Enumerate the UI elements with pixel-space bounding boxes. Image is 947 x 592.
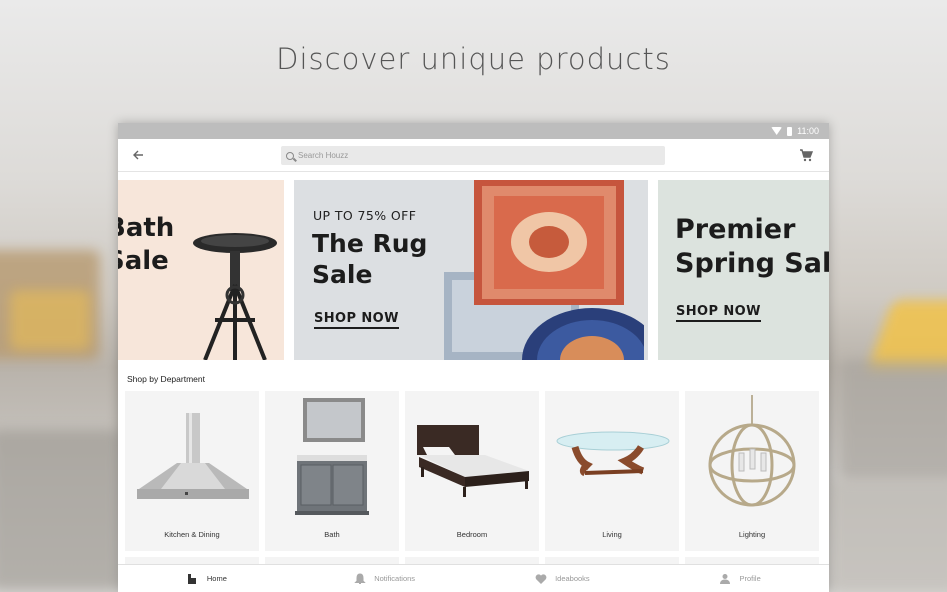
banner-title-line: Premier	[675, 214, 796, 245]
background-decor	[10, 290, 90, 350]
range-hood-icon	[137, 413, 249, 499]
nav-label: Notifications	[374, 574, 416, 583]
nav-label: Profile	[739, 574, 761, 583]
banner-title-line: Spring Sale	[675, 248, 829, 279]
status-time: 11:00	[797, 126, 819, 136]
status-bar: 11:00	[118, 123, 829, 139]
banner-title-line: Sale	[118, 246, 169, 276]
section-title: Shop by Department	[127, 374, 205, 384]
back-button[interactable]	[128, 145, 148, 165]
nav-notifications[interactable]: Notifications	[296, 565, 474, 592]
nav-profile[interactable]: Profile	[651, 565, 829, 592]
search-icon	[286, 151, 294, 160]
department-card-living[interactable]: Living	[545, 391, 679, 551]
home-icon	[187, 573, 196, 584]
battery-icon	[787, 126, 793, 136]
person-icon	[720, 573, 731, 584]
background-decor	[840, 360, 947, 480]
vanity-icon	[295, 398, 369, 515]
department-label: Bath	[324, 530, 340, 539]
shop-now-button[interactable]: SHOP NOW	[676, 304, 761, 322]
app-bar	[118, 139, 829, 172]
department-label: Bedroom	[456, 530, 488, 539]
background-decor	[830, 480, 947, 592]
banner-bath-sale[interactable]: Bath Sale	[118, 180, 284, 360]
shop-now-button[interactable]: SHOP NOW	[314, 311, 399, 329]
banner-premier-spring-sale[interactable]: Premier Spring Sale SHOP NOW	[658, 180, 829, 360]
nav-label: Ideabooks	[555, 574, 590, 583]
stool-image	[193, 233, 277, 360]
bottom-navigation: Home Notifications Ideabooks Profile	[118, 564, 829, 592]
background-decor	[0, 430, 120, 590]
rug-image	[444, 180, 644, 360]
department-label: Lighting	[738, 530, 766, 539]
search-input[interactable]	[298, 151, 638, 160]
nav-label: Home	[206, 574, 227, 583]
department-label: Kitchen & Dining	[164, 530, 220, 539]
banner-rug-sale[interactable]: UP TO 75% OFF The Rug Sale SHOP NOW	[294, 180, 648, 360]
banner-title: Premier Spring Sale	[675, 213, 829, 281]
cart-button[interactable]	[799, 148, 814, 162]
chandelier-icon	[708, 395, 796, 507]
bed-icon	[417, 425, 529, 497]
nav-ideabooks[interactable]: Ideabooks	[474, 565, 652, 592]
department-label: Living	[602, 530, 622, 539]
department-card-lighting[interactable]: Lighting	[685, 391, 819, 551]
back-arrow-icon	[132, 150, 143, 160]
banner-eyebrow: UP TO 75% OFF	[313, 208, 417, 223]
wifi-icon	[771, 127, 783, 135]
department-card-bedroom[interactable]: Bedroom	[405, 391, 539, 551]
nav-home[interactable]: Home	[118, 565, 296, 592]
tablet-screen: 11:00 Bath Sale	[118, 123, 829, 592]
promo-carousel[interactable]: Bath Sale UP TO 75% OFF The Rug Sale SHO…	[118, 180, 829, 360]
bell-icon	[354, 572, 366, 584]
department-card-kitchen[interactable]: Kitchen & Dining	[125, 391, 259, 551]
banner-title: Bath Sale	[118, 212, 174, 278]
promo-headline: Discover unique products	[276, 42, 671, 76]
department-card-bath[interactable]: Bath	[265, 391, 399, 551]
heart-icon	[535, 573, 547, 584]
search-bar[interactable]	[281, 146, 665, 165]
banner-title-line: Bath	[118, 213, 175, 243]
department-grid: Kitchen & Dining Bath Bedroom Living Lig…	[125, 391, 819, 551]
shopping-cart-icon	[800, 149, 814, 162]
coffee-table-icon	[556, 431, 670, 477]
